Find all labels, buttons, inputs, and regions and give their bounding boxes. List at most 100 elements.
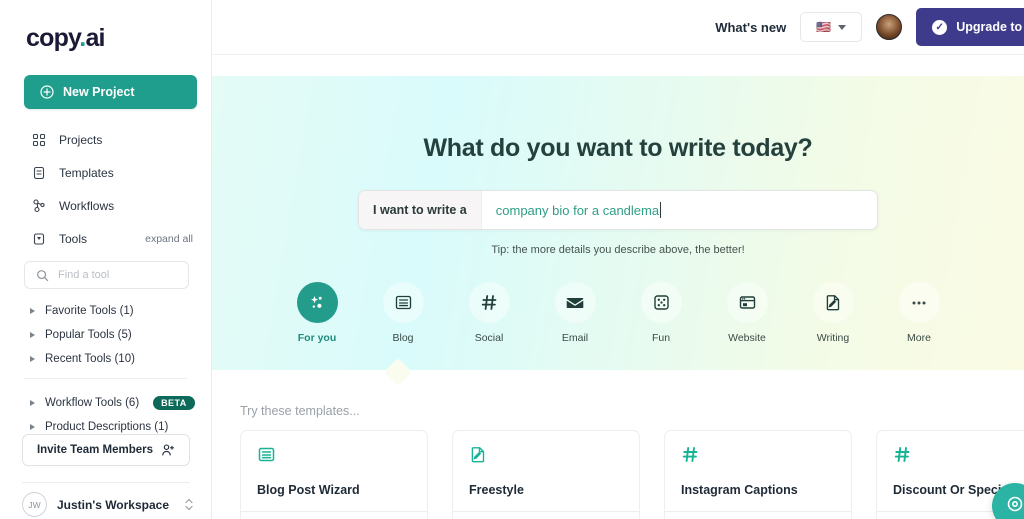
category-more[interactable]: More	[887, 282, 951, 344]
hero-pointer-notch	[383, 357, 413, 387]
whats-new-button[interactable]: What's new	[715, 20, 786, 35]
template-name: Blog Post Wizard	[257, 483, 360, 497]
tool-search-field[interactable]	[24, 261, 189, 289]
sidebar-item-tools[interactable]: Tools expand all	[0, 222, 211, 255]
sidebar-divider-bottom	[22, 482, 190, 483]
page-title: What do you want to write today?	[423, 134, 813, 162]
user-plus-icon	[161, 443, 175, 457]
category-social[interactable]: Social	[457, 282, 521, 344]
app-logo[interactable]: copy.ai	[0, 0, 211, 53]
template-name: Instagram Captions	[681, 483, 798, 497]
sidebar-item-projects[interactable]: Projects	[0, 123, 211, 156]
ellipsis-icon	[898, 282, 940, 323]
check-badge-icon: ✓	[932, 19, 948, 35]
blog-icon	[257, 445, 411, 469]
group-popular-tools[interactable]: Popular Tools (5)	[0, 325, 211, 345]
caret-right-icon	[30, 332, 35, 338]
text-cursor	[660, 202, 662, 218]
plus-circle-icon	[40, 85, 54, 99]
prompt-prefix-label: I want to write a	[359, 191, 482, 229]
prompt-input[interactable]: company bio for a candlema	[482, 191, 877, 229]
group-label: Product Descriptions (1)	[45, 421, 169, 433]
category-label: Website	[728, 332, 766, 344]
group-recent-tools[interactable]: Recent Tools (10)	[0, 349, 211, 369]
templates-row: Blog Post Wizard BLOG Freestyle WRITING …	[240, 430, 1024, 519]
sidebar-nav: Projects Templates Workflows Tools expan…	[0, 123, 211, 255]
category-email[interactable]: Email	[543, 282, 607, 344]
language-selector[interactable]: 🇺🇸	[800, 12, 863, 42]
beta-badge: BETA	[153, 396, 195, 410]
dice-icon	[640, 282, 682, 323]
logo-ai: ai	[85, 24, 105, 52]
grid-icon	[32, 133, 46, 147]
group-workflow-tools[interactable]: Workflow Tools (6) BETA	[0, 393, 211, 413]
template-card-body: Instagram Captions	[665, 431, 851, 511]
workspace-selector[interactable]: JW Justin's Workspace	[22, 492, 194, 517]
category-label: Writing	[816, 332, 850, 344]
template-card-body: Freestyle	[453, 431, 639, 511]
sidebar-item-workflows[interactable]: Workflows	[0, 189, 211, 222]
group-label: Favorite Tools (1)	[45, 305, 134, 317]
category-label: Fun	[651, 332, 671, 344]
category-label: Social	[474, 332, 504, 344]
group-label: Workflow Tools (6)	[45, 397, 140, 409]
upgrade-button[interactable]: ✓ Upgrade to P	[916, 8, 1024, 46]
new-project-button[interactable]: New Project	[24, 75, 197, 109]
main-content: What's new 🇺🇸 ✓ Upgrade to P What do you…	[212, 0, 1024, 519]
window-icon	[726, 282, 768, 323]
prompt-tip: Tip: the more details you describe above…	[491, 244, 745, 256]
hashtag-icon	[468, 282, 510, 323]
group-favorite-tools[interactable]: Favorite Tools (1)	[0, 301, 211, 321]
category-label: Blog	[392, 332, 414, 344]
upgrade-label: Upgrade to P	[956, 20, 1024, 34]
category-tabs: For you Blog Social Email Fun Website Wr…	[212, 282, 1024, 344]
sidebar-item-templates[interactable]: Templates	[0, 156, 211, 189]
category-label: For you	[297, 332, 337, 344]
hashtag-icon	[893, 445, 1024, 469]
envelope-icon	[554, 282, 596, 323]
group-label: Recent Tools (10)	[45, 353, 135, 365]
workspace-avatar: JW	[22, 492, 47, 517]
blog-icon	[382, 282, 424, 323]
category-writing[interactable]: Writing	[801, 282, 865, 344]
category-label: More	[907, 332, 931, 344]
help-chat-icon	[1005, 494, 1024, 519]
templates-heading: Try these templates...	[240, 404, 360, 418]
template-category: SOCIAL MEDIA CONTENT	[665, 511, 851, 519]
category-for-you[interactable]: For you	[285, 282, 349, 344]
category-fun[interactable]: Fun	[629, 282, 693, 344]
caret-right-icon	[30, 424, 35, 430]
document-pen-icon	[812, 282, 854, 323]
template-card[interactable]: Freestyle WRITING TOOL	[452, 430, 640, 519]
sidebar-divider	[24, 378, 187, 379]
sidebar-item-label: Workflows	[59, 198, 115, 213]
chevron-up-down-icon	[184, 496, 194, 514]
search-icon	[36, 269, 49, 282]
invite-label: Invite Team Members	[36, 444, 154, 456]
caret-right-icon	[30, 308, 35, 314]
template-name: Freestyle	[469, 483, 524, 497]
invite-team-members-button[interactable]: Invite Team Members	[22, 434, 190, 466]
sidebar-item-label: Tools	[59, 231, 88, 246]
caret-right-icon	[30, 400, 35, 406]
prompt-input-group[interactable]: I want to write a company bio for a cand…	[358, 190, 878, 230]
category-label: Email	[561, 332, 589, 344]
sidebar-item-label: Projects	[59, 132, 103, 147]
template-category: WRITING TOOL	[453, 511, 639, 519]
logo-text: copy	[26, 24, 80, 52]
us-flag-icon: 🇺🇸	[816, 20, 832, 34]
search-input[interactable]	[58, 269, 178, 281]
category-website[interactable]: Website	[715, 282, 779, 344]
template-card-body: Blog Post Wizard	[241, 431, 427, 511]
template-card[interactable]: Blog Post Wizard BLOG	[240, 430, 428, 519]
expand-all-button[interactable]: expand all	[145, 233, 193, 245]
user-avatar[interactable]	[876, 14, 903, 40]
chevron-down-icon	[838, 24, 847, 30]
template-card[interactable]: Instagram Captions SOCIAL MEDIA CONTENT	[664, 430, 852, 519]
category-blog[interactable]: Blog	[371, 282, 435, 344]
workflows-icon	[32, 198, 46, 213]
sidebar: copy.ai New Project Projects Templates W…	[0, 0, 212, 519]
document-pen-icon	[469, 445, 623, 469]
sidebar-item-label: Templates	[59, 165, 114, 180]
new-project-label: New Project	[63, 85, 135, 99]
